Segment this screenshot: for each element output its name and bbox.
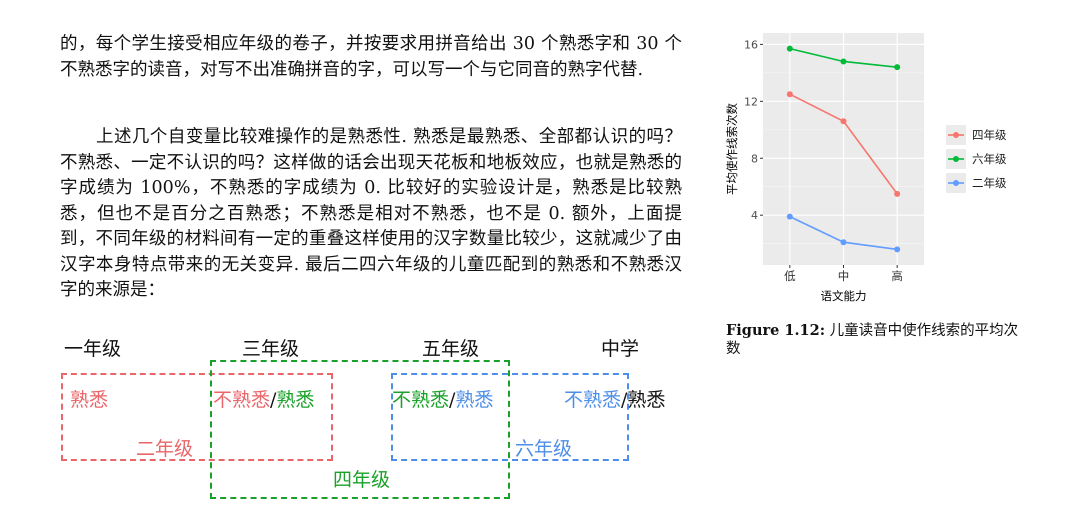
grade5-words: 不熟悉/熟悉	[392, 385, 493, 412]
grade5-unfamiliar: 不熟悉	[392, 389, 450, 411]
data-point	[840, 239, 847, 246]
legend-label: 二年级	[972, 176, 1007, 190]
y-axis-label: 平均使作线索次数	[725, 103, 739, 195]
y-tick-label: 16	[744, 38, 758, 51]
x-axis-label: 语文能力	[821, 289, 867, 303]
paragraph-2: 上述几个自变量比较难操作的是熟悉性. 熟悉是最熟悉、全部都认识的吗？不熟悉、一定…	[60, 127, 682, 300]
data-point	[786, 91, 793, 98]
grade-label-middle-school: 中学	[601, 338, 640, 360]
grade3-words: 不熟悉/熟悉	[213, 385, 314, 412]
grade-label-1: 一年级	[64, 338, 122, 360]
grade-label-5: 五年级	[422, 338, 480, 360]
middle-school-familiar: 熟悉	[627, 389, 666, 411]
data-point	[840, 58, 847, 65]
grade-label-3: 三年级	[242, 338, 300, 360]
x-tick-label: 低	[784, 269, 796, 283]
data-point	[786, 213, 793, 220]
y-tick-label: 12	[744, 95, 758, 108]
grade2-label: 二年级	[136, 438, 194, 460]
middle-school-words: 不熟悉/熟悉	[564, 385, 665, 412]
grade3-unfamiliar: 不熟悉	[213, 389, 271, 411]
grade1-familiar: 熟悉	[70, 389, 109, 411]
y-tick-label: 4	[751, 209, 758, 222]
data-point	[840, 118, 847, 125]
legend-label: 四年级	[972, 128, 1007, 142]
x-tick-label: 中	[838, 269, 850, 283]
legend-point	[953, 156, 959, 162]
grade5-familiar: 熟悉	[455, 389, 494, 411]
grade6-label: 六年级	[515, 438, 573, 460]
data-point	[894, 246, 901, 253]
grade4-label: 四年级	[333, 469, 391, 491]
data-point	[894, 64, 901, 71]
data-point	[786, 45, 793, 52]
x-tick-label: 高	[891, 269, 903, 283]
legend-point	[953, 132, 959, 138]
middle-school-unfamiliar: 不熟悉	[564, 389, 622, 411]
figure-label: Figure 1.12:	[726, 322, 826, 339]
legend-point	[953, 180, 959, 186]
legend-label: 六年级	[972, 152, 1007, 166]
y-tick-label: 8	[751, 152, 758, 165]
grade3-familiar: 熟悉	[276, 389, 315, 411]
paragraph-1: 的，每个学生接受相应年级的卷子，并按要求用拼音给出 30 个熟悉字和 30 个不…	[60, 34, 682, 80]
data-point	[894, 190, 901, 197]
figure-caption: Figure 1.12: 儿童读音中使作线索的平均次数	[726, 322, 1026, 358]
line-chart: 4 8 12 16 低 中 高 四年级六年级二年级 语文能力 平均使作线索次数	[725, 33, 1007, 303]
